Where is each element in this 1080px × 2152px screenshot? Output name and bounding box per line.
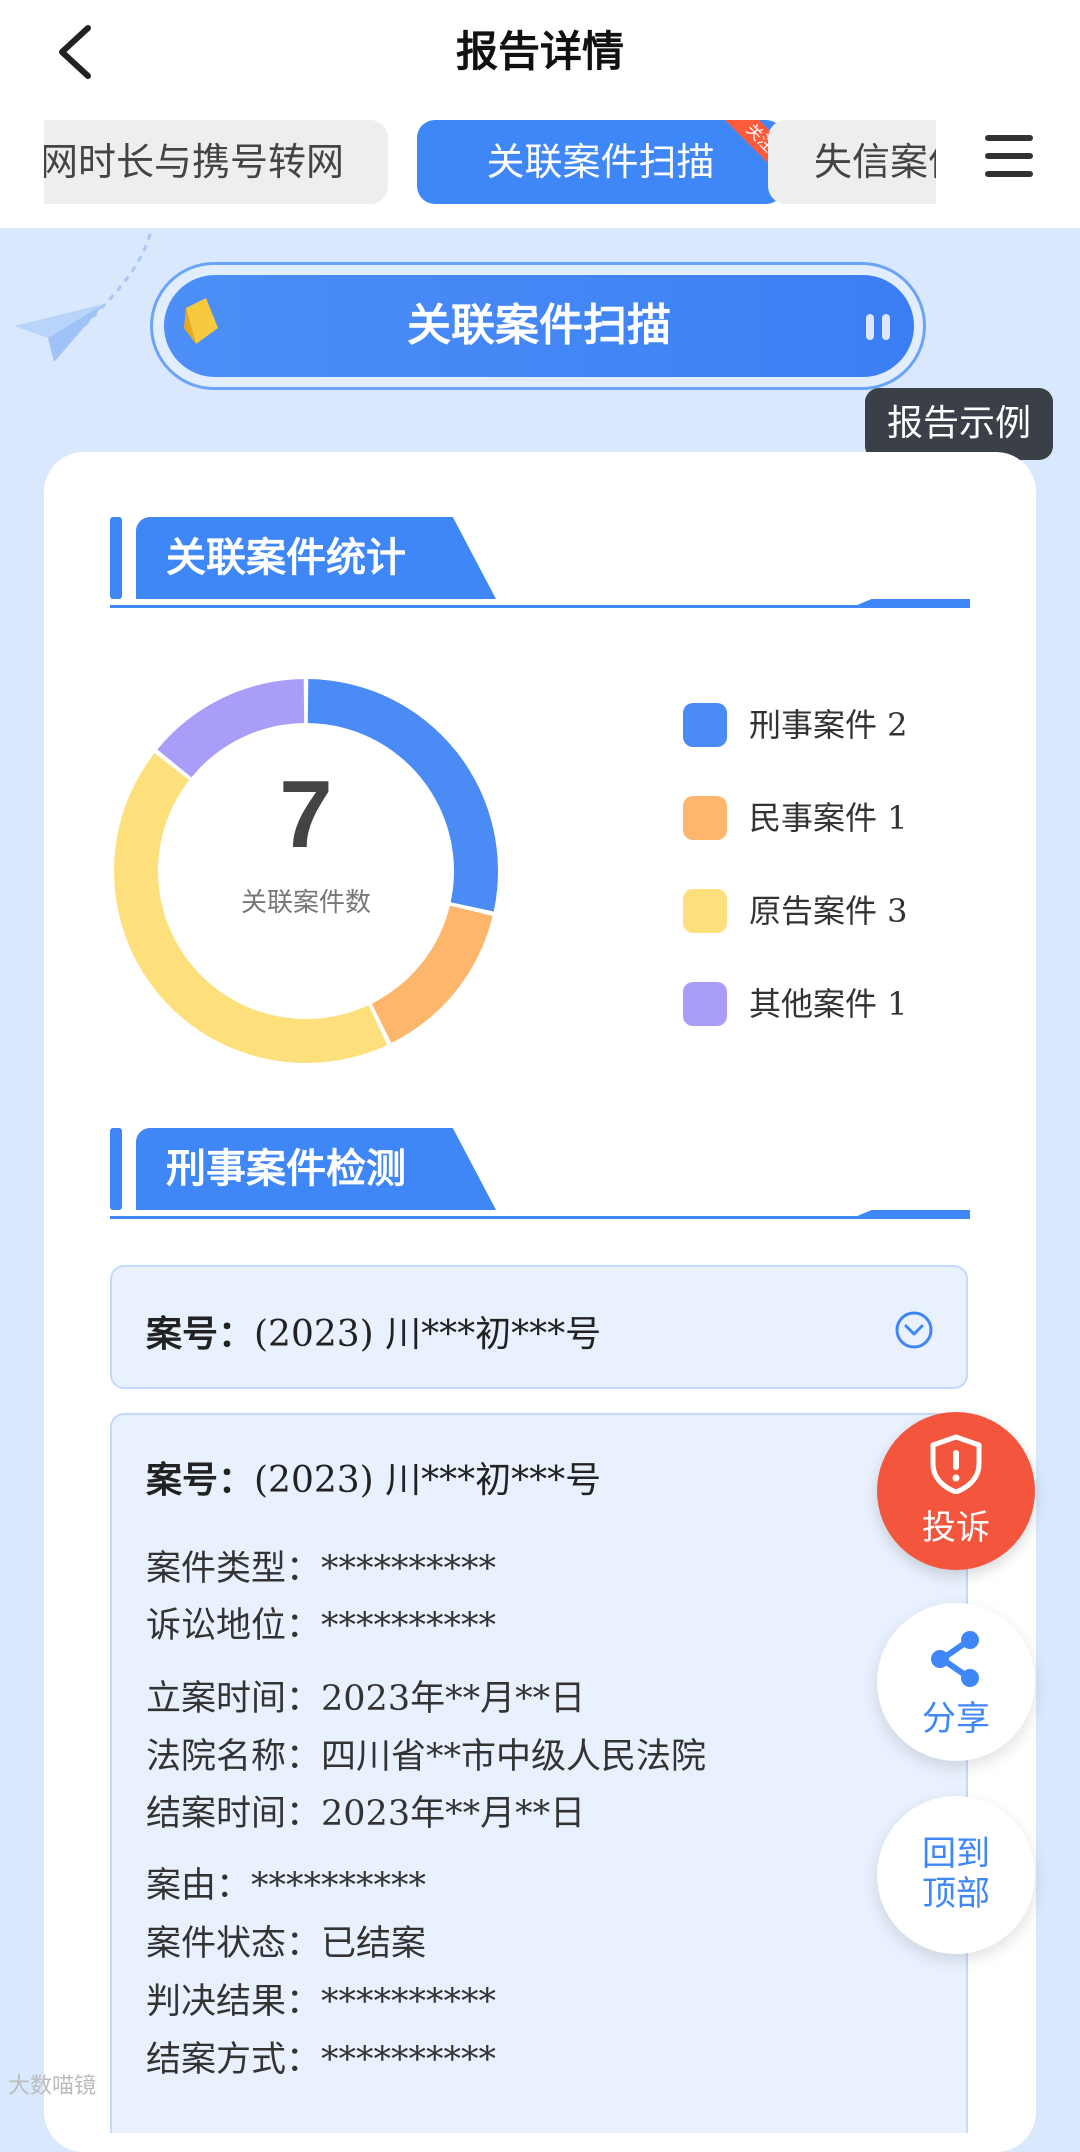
- menu-icon[interactable]: [985, 135, 1033, 179]
- field-court-name: 法院名称：四川省**市中级人民法院: [146, 1737, 707, 1777]
- gem-icon: [184, 298, 218, 344]
- pause-icon: [866, 314, 896, 340]
- field-litigation-status: 诉讼地位：**********: [146, 1606, 497, 1646]
- tab-dishonest-cases[interactable]: 失信案件: [768, 120, 936, 204]
- back-to-top-label-2: 顶部: [922, 1874, 990, 1914]
- legend-item: 刑事案件 2: [683, 700, 983, 750]
- donut-center-label: 关联案件数: [241, 888, 371, 918]
- shield-alert-icon: [930, 1434, 982, 1494]
- field-case-state: 案件状态：已结案: [146, 1924, 427, 1964]
- legend-item: 原告案件 3: [683, 886, 983, 936]
- paper-plane-icon: [14, 304, 104, 362]
- back-to-top-label-1: 回到: [922, 1834, 990, 1874]
- case-donut-chart: 7 关联案件数: [113, 679, 498, 1063]
- share-icon: [931, 1631, 979, 1687]
- chevron-down-icon[interactable]: [894, 1310, 934, 1350]
- case-number: 案号：(2023) 川***初***号: [146, 1460, 602, 1501]
- complaint-label: 投诉: [922, 1508, 990, 1548]
- field-filing-date: 立案时间：2023年**月**日: [146, 1679, 586, 1719]
- section-banner: 关联案件扫描: [164, 275, 914, 377]
- tab-related-case-scan[interactable]: 关联案件扫描 关注: [417, 120, 784, 204]
- share-button[interactable]: 分享: [877, 1603, 1035, 1761]
- page-title: 报告详情: [455, 27, 624, 76]
- legend-swatch: [683, 889, 727, 933]
- case-item-collapsed[interactable]: 案号：(2023) 川***初***号: [110, 1265, 968, 1389]
- field-closing-method: 结案方式：**********: [146, 2040, 497, 2080]
- category-tabs: 网时长与携号转网 关联案件扫描 关注 失信案件: [44, 120, 936, 204]
- donut-slice-1: [371, 905, 493, 1043]
- section-title: 刑事案件检测: [136, 1128, 496, 1210]
- stats-section-header: 关联案件统计: [110, 517, 970, 609]
- watermark: 大数喵镜: [8, 2074, 97, 2099]
- legend-item: 其他案件 1: [683, 979, 983, 1029]
- back-to-top-button[interactable]: 回到 顶部: [877, 1796, 1035, 1954]
- legend-swatch: [683, 796, 727, 840]
- legend-swatch: [683, 703, 727, 747]
- field-case-type: 案件类型：**********: [146, 1549, 497, 1589]
- criminal-section-header: 刑事案件检测: [110, 1128, 970, 1220]
- case-number: 案号：(2023) 川***初***号: [146, 1314, 602, 1355]
- app-header: 报告详情 网时长与携号转网 关联案件扫描 关注 失信案件: [0, 0, 1080, 228]
- section-title: 关联案件统计: [136, 517, 496, 599]
- legend-swatch: [683, 982, 727, 1026]
- share-label: 分享: [922, 1699, 990, 1739]
- field-case-cause: 案由：**********: [146, 1866, 427, 1906]
- report-example-button[interactable]: 报告示例: [865, 388, 1053, 460]
- donut-center-value: 7: [279, 761, 332, 868]
- tab-network-duration[interactable]: 网时长与携号转网: [44, 120, 388, 204]
- field-closing-date: 结案时间：2023年**月**日: [146, 1794, 586, 1834]
- donut-slice-0: [307, 679, 498, 912]
- complaint-button[interactable]: 投诉: [877, 1412, 1035, 1570]
- case-item-expanded: 案号：(2023) 川***初***号 案件类型：********** 诉讼地位…: [110, 1413, 968, 2133]
- field-judgment-result: 判决结果：**********: [146, 1982, 497, 2022]
- legend-item: 民事案件 1: [683, 793, 983, 843]
